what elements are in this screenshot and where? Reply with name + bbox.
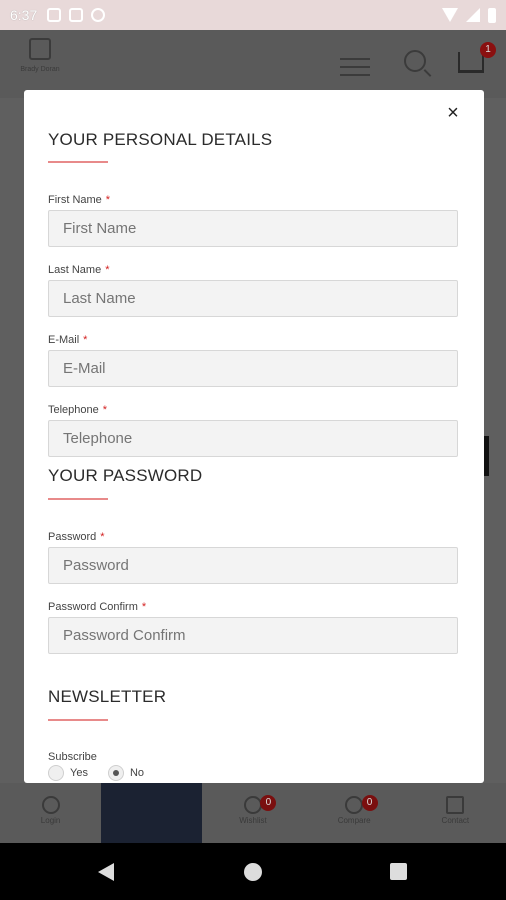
system-nav-bar: [0, 843, 506, 900]
signal-icon: [466, 8, 480, 22]
notification-icon: [47, 8, 62, 22]
last-name-label: Last Name *: [48, 264, 110, 276]
compare-icon: [345, 796, 364, 814]
subscribe-no-radio[interactable]: [107, 765, 124, 781]
nav-compare-label: Compare: [337, 816, 371, 825]
password-label: Password *: [48, 531, 105, 543]
battery-icon: [488, 7, 496, 23]
subscribe-options: Yes No: [48, 765, 144, 781]
subscribe-yes-label: Yes: [70, 767, 88, 779]
personal-details-title: YOUR PERSONAL DETAILS: [48, 130, 273, 149]
logo: Brady Doran: [18, 38, 62, 84]
email-field[interactable]: [48, 350, 458, 387]
notification-icon-2: [69, 8, 84, 22]
nav-login[interactable]: Login: [0, 783, 101, 843]
password-title: YOUR PASSWORD: [48, 466, 203, 485]
status-bar: 6:37: [0, 0, 506, 30]
nav-active-item[interactable]: [101, 783, 203, 843]
password-field[interactable]: [48, 547, 458, 584]
email-label: E-Mail *: [48, 334, 88, 346]
back-icon[interactable]: [98, 863, 114, 881]
subscribe-yes-radio[interactable]: [48, 765, 64, 781]
scroll-indicator: [484, 436, 489, 476]
section-divider: [48, 498, 108, 500]
first-name-label: First Name *: [48, 194, 111, 206]
nav-contact[interactable]: Contact: [405, 783, 506, 843]
section-divider: [48, 719, 108, 721]
nav-contact-label: Contact: [441, 816, 470, 825]
logo-mark-icon: [29, 38, 51, 60]
mail-icon: [446, 796, 465, 814]
recents-icon[interactable]: [390, 863, 407, 880]
password-confirm-field[interactable]: [48, 617, 458, 654]
home-icon[interactable]: [244, 863, 262, 881]
cart-icon[interactable]: [458, 52, 484, 73]
nav-wishlist[interactable]: Wishlist 0: [202, 783, 303, 843]
menu-icon[interactable]: [340, 52, 370, 82]
password-confirm-label: Password Confirm *: [48, 601, 147, 613]
close-icon[interactable]: ×: [444, 103, 462, 123]
register-modal: × YOUR PERSONAL DETAILS First Name* Last…: [24, 90, 484, 783]
nav-wishlist-label: Wishlist: [239, 816, 267, 825]
cart-count-badge: 1: [480, 42, 496, 58]
heart-icon: [243, 796, 262, 814]
first-name-field[interactable]: [48, 210, 458, 247]
newsletter-title: NEWSLETTER: [48, 687, 167, 706]
compare-count-badge: 0: [361, 795, 378, 811]
telephone-label: Telephone *: [48, 404, 108, 416]
search-icon[interactable]: [404, 50, 426, 72]
section-divider: [48, 161, 108, 163]
notification-icon-3: [91, 8, 106, 22]
subscribe-label: Subscribe: [48, 751, 97, 763]
user-icon: [41, 796, 60, 814]
nav-login-label: Login: [40, 816, 61, 825]
nav-compare[interactable]: Compare 0: [304, 783, 405, 843]
wifi-icon: [442, 8, 458, 22]
bottom-nav: Login Wishlist 0 Compare 0 Contact: [0, 783, 506, 843]
telephone-field[interactable]: [48, 420, 458, 457]
wishlist-count-badge: 0: [260, 795, 277, 811]
app-header: Brady Doran 1: [0, 30, 506, 98]
last-name-field[interactable]: [48, 280, 458, 317]
subscribe-no-label: No: [129, 767, 145, 779]
logo-text: Brady Doran: [20, 66, 60, 73]
status-time: 6:37: [10, 7, 38, 23]
